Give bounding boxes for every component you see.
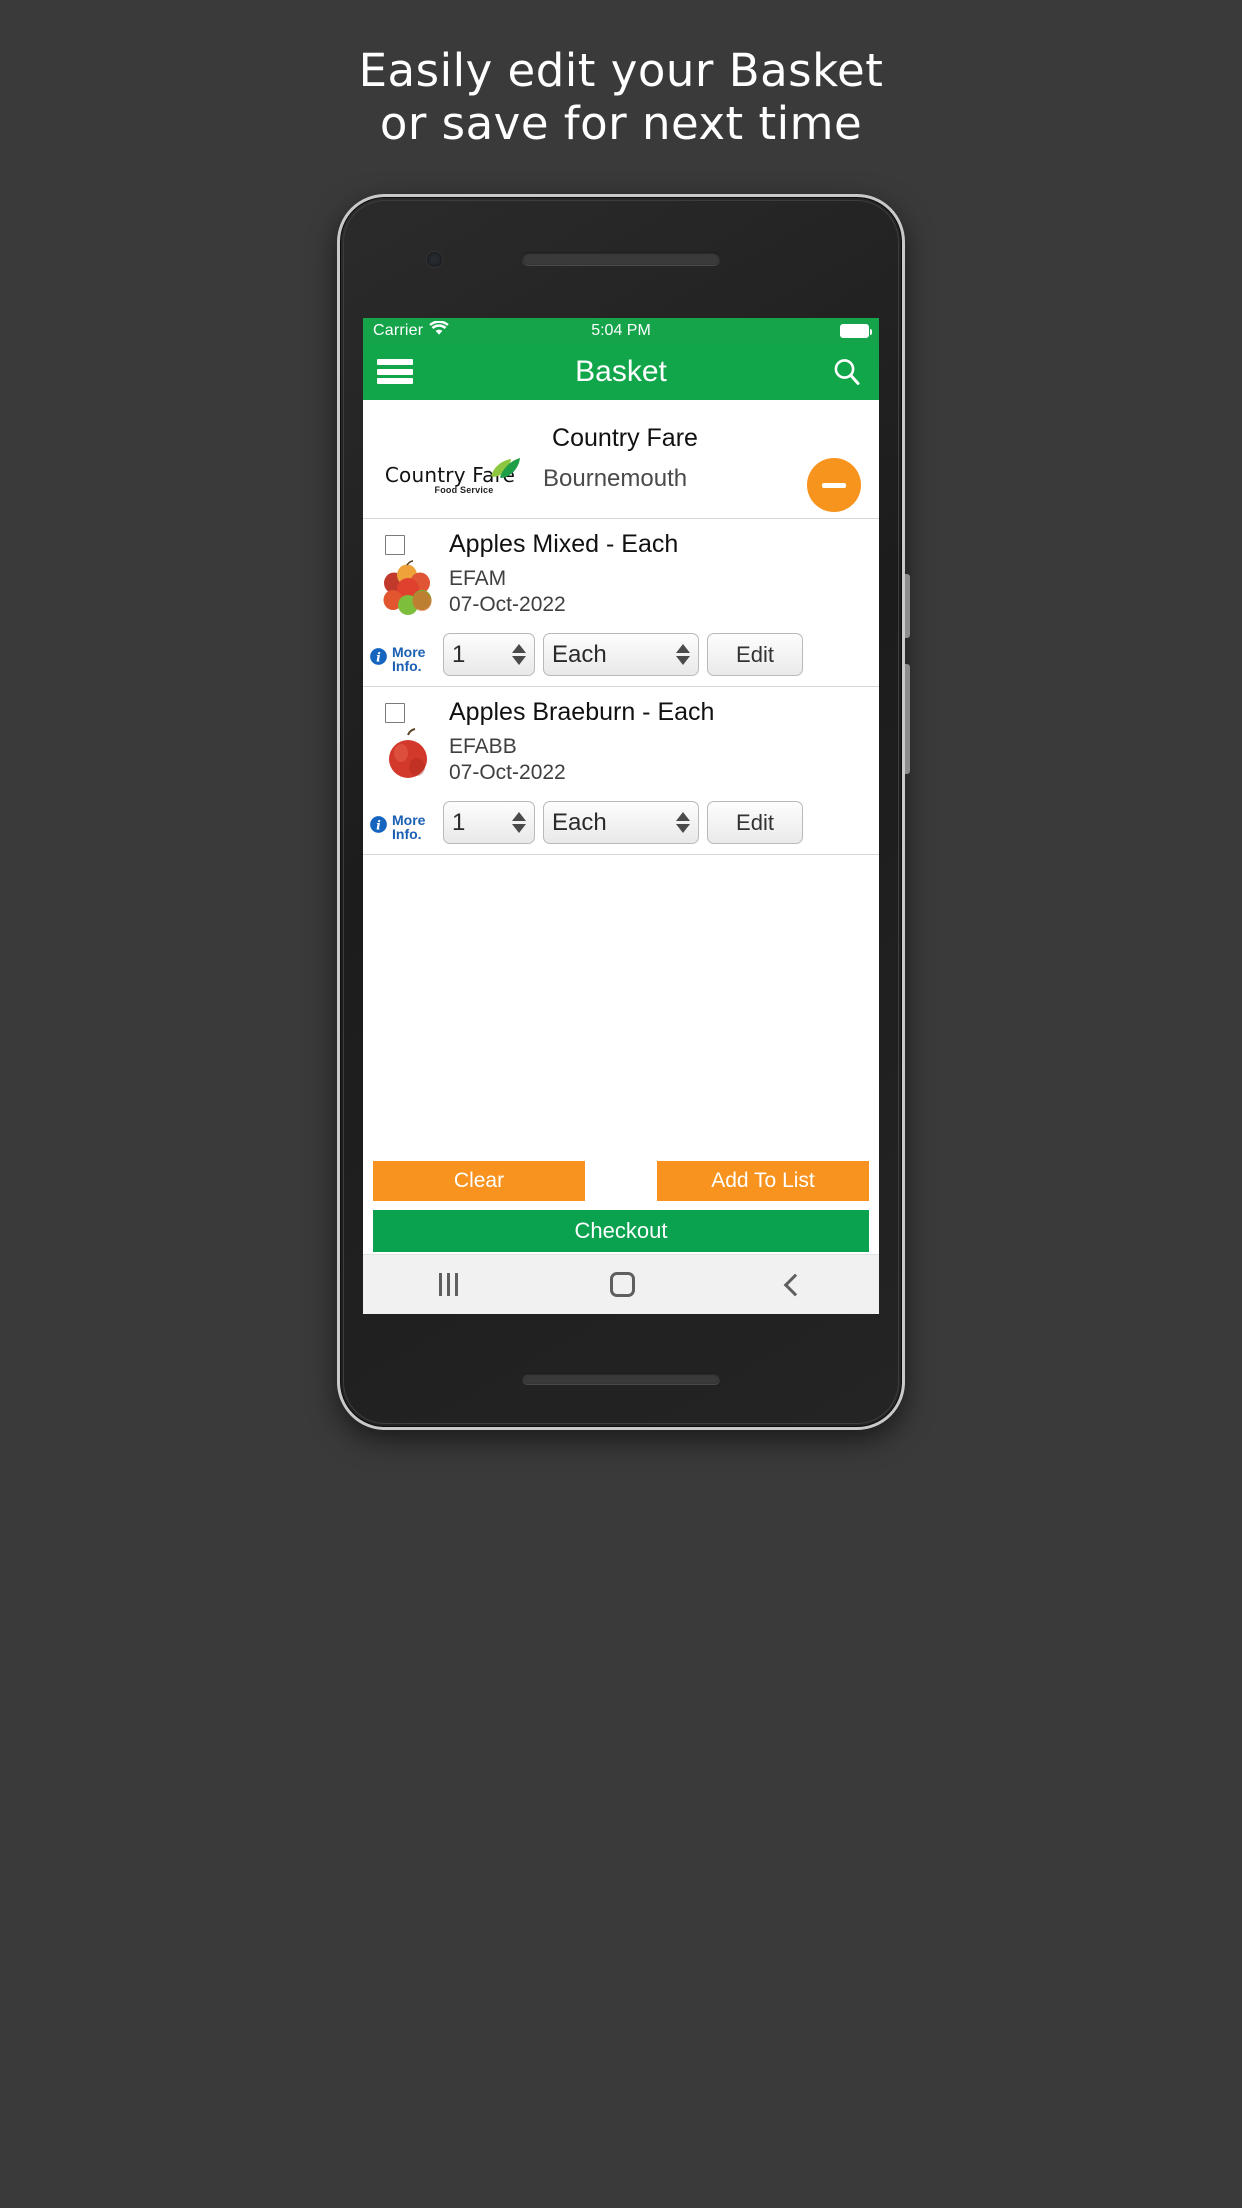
unit-value: Each: [552, 640, 607, 668]
status-bar: Carrier 5:04 PM: [363, 318, 879, 343]
promo-heading: Easily edit your Basket or save for next…: [0, 0, 1242, 151]
info-icon: i: [369, 646, 388, 671]
item-top-row: Apples Mixed - Each EFAM 07-Oct-2022: [371, 525, 871, 619]
item-code: EFABB: [449, 734, 517, 758]
android-nav-bar: [363, 1254, 879, 1314]
more-info-link[interactable]: i More Info.: [369, 811, 439, 843]
stepper-arrows-icon: [512, 812, 526, 833]
app-bar: Basket: [363, 343, 879, 400]
svg-text:i: i: [376, 649, 381, 664]
unit-arrows-icon: [676, 644, 690, 665]
more-info-line-2: Info.: [392, 658, 422, 675]
power-button[interactable]: [905, 574, 910, 638]
promo-heading-line-2: or save for next time: [379, 97, 863, 151]
supplier-name: Country Fare: [552, 424, 698, 452]
svg-text:i: i: [376, 817, 381, 832]
item-date: 07-Oct-2022: [449, 760, 566, 784]
action-row-top: Clear Add To List: [373, 1161, 869, 1201]
edit-button[interactable]: Edit: [707, 633, 803, 676]
item-body: Apples Braeburn - Each EFABB 07-Oct-2022: [445, 693, 714, 787]
back-icon[interactable]: [783, 1273, 807, 1296]
apples-mixed-image: [377, 557, 439, 619]
status-bar-left: Carrier: [373, 319, 450, 341]
recents-icon[interactable]: [439, 1273, 458, 1296]
action-bar: Clear Add To List Checkout: [363, 1161, 879, 1254]
item-left-column: [371, 693, 445, 787]
unit-value: Each: [552, 808, 607, 836]
status-bar-right: [840, 323, 872, 338]
quantity-stepper[interactable]: 1: [443, 801, 535, 844]
phone-screen: Carrier 5:04 PM Basket Country Fare Coun…: [363, 318, 879, 1314]
clear-button[interactable]: Clear: [373, 1161, 585, 1201]
list-item[interactable]: Apples Mixed - Each EFAM 07-Oct-2022 i M…: [363, 518, 879, 686]
quantity-value: 1: [452, 640, 466, 668]
item-left-column: [371, 525, 445, 619]
home-icon[interactable]: [610, 1272, 635, 1297]
more-info-line-2: Info.: [392, 826, 422, 843]
unit-arrows-icon: [676, 812, 690, 833]
item-date: 07-Oct-2022: [449, 592, 566, 616]
phone-mockup: Carrier 5:04 PM Basket Country Fare Coun…: [337, 194, 910, 1430]
item-top-row: Apples Braeburn - Each EFABB 07-Oct-2022: [371, 693, 871, 787]
item-controls: 1 Each Edit: [443, 633, 803, 676]
item-code: EFAM: [449, 566, 507, 590]
item-checkbox[interactable]: [385, 535, 405, 555]
minus-icon: [822, 482, 846, 488]
apple-braeburn-image: [377, 725, 439, 787]
checkout-button[interactable]: Checkout: [373, 1210, 869, 1252]
more-info-label: More Info.: [392, 811, 426, 843]
supplier-logo: Country Fare Food Service: [375, 458, 525, 495]
stepper-arrows-icon: [512, 644, 526, 665]
unit-select[interactable]: Each: [543, 801, 699, 844]
more-info-line-1: More: [392, 811, 426, 828]
wifi-icon: [429, 319, 450, 341]
unit-select[interactable]: Each: [543, 633, 699, 676]
clock-label: 5:04 PM: [591, 321, 651, 339]
promo-heading-line-1: Easily edit your Basket: [358, 44, 884, 97]
info-icon: i: [369, 814, 388, 839]
volume-button[interactable]: [905, 664, 910, 774]
basket-item-list: Apples Mixed - Each EFAM 07-Oct-2022 i M…: [363, 518, 879, 1161]
supplier-block: Country Fare Country Fare Food Service B…: [363, 400, 879, 518]
remove-supplier-button[interactable]: [807, 458, 861, 512]
carrier-label: Carrier: [373, 321, 424, 339]
leaf-icon: [489, 457, 521, 484]
item-title: Apples Braeburn - Each: [449, 698, 715, 726]
supplier-location: Bournemouth: [543, 465, 688, 492]
search-icon[interactable]: [829, 354, 865, 390]
item-checkbox[interactable]: [385, 703, 405, 723]
list-item[interactable]: Apples Braeburn - Each EFABB 07-Oct-2022…: [363, 686, 879, 854]
quantity-stepper[interactable]: 1: [443, 633, 535, 676]
item-title: Apples Mixed - Each: [449, 530, 679, 558]
more-info-label: More Info.: [392, 643, 426, 675]
edit-button[interactable]: Edit: [707, 801, 803, 844]
list-empty-area: [363, 854, 879, 855]
item-controls: 1 Each Edit: [443, 801, 803, 844]
more-info-line-1: More: [392, 643, 426, 660]
hamburger-menu-icon[interactable]: [377, 359, 413, 384]
quantity-value: 1: [452, 808, 466, 836]
more-info-link[interactable]: i More Info.: [369, 643, 439, 675]
supplier-logo-subtitle: Food Service: [434, 485, 494, 495]
supplier-row: Country Fare Food Service Bournemouth: [363, 458, 879, 495]
item-body: Apples Mixed - Each EFAM 07-Oct-2022: [445, 525, 678, 619]
page-title: Basket: [575, 354, 667, 388]
add-to-list-button[interactable]: Add To List: [657, 1161, 869, 1201]
battery-full-icon: [840, 323, 872, 338]
